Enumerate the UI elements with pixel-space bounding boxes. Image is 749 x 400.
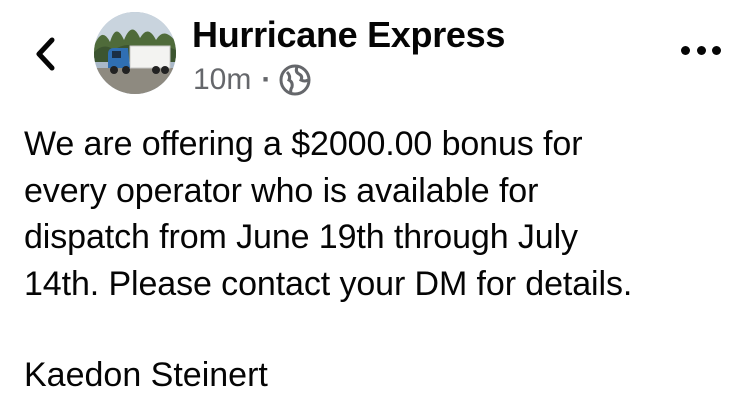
more-dot [712, 45, 721, 55]
post-header: Hurricane Express 10m · [0, 0, 749, 110]
globe-icon [279, 64, 311, 96]
more-dot [696, 45, 706, 55]
truck-avatar-image [94, 12, 176, 94]
back-button[interactable] [28, 34, 64, 74]
post-meta: 10m · [193, 62, 311, 98]
more-dot [681, 45, 690, 55]
meta-separator: · [261, 63, 272, 96]
chevron-left-icon [36, 37, 55, 71]
avatar[interactable] [94, 12, 176, 94]
more-options-button[interactable] [681, 38, 721, 62]
page-name-link[interactable]: Hurricane Express [192, 14, 505, 56]
post-text: We are offering a $2000.00 bonus for eve… [24, 125, 633, 303]
post-signature: Kaedon Steinert [24, 356, 268, 394]
post-timestamp[interactable]: 10m [193, 63, 251, 97]
